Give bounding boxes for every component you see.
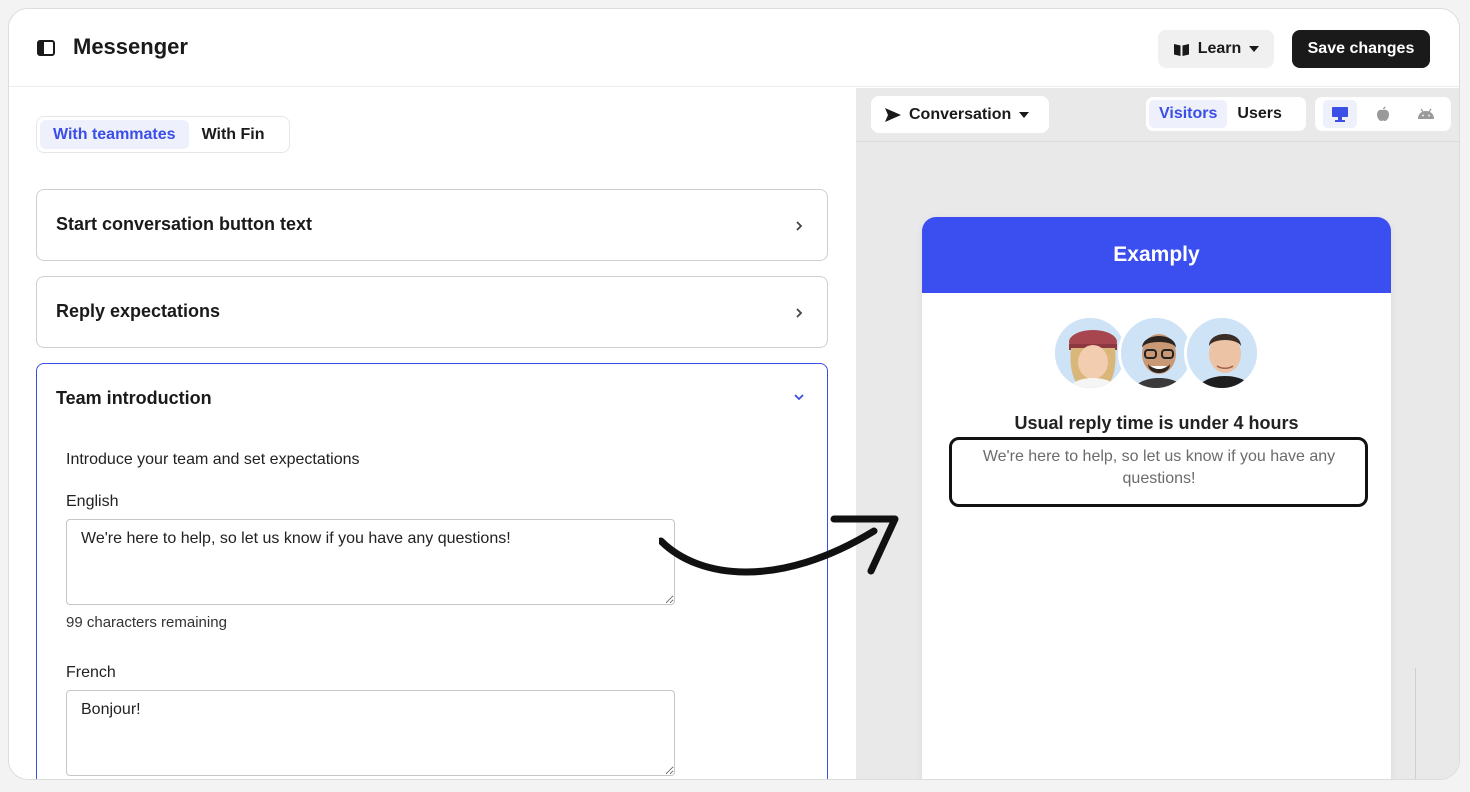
desktop-icon	[1331, 107, 1348, 122]
highlight-annotation-box	[949, 437, 1368, 507]
avatar-man-icon	[1187, 318, 1257, 388]
messenger-header: Examply	[922, 217, 1391, 293]
learn-label: Learn	[1197, 40, 1242, 57]
chevron-right-icon	[796, 308, 803, 318]
caret-down-icon	[1249, 46, 1260, 52]
save-changes-button[interactable]: Save changes	[1292, 30, 1430, 68]
chevron-down-icon[interactable]	[793, 391, 805, 403]
annotation-arrow-icon	[659, 515, 899, 576]
page-title: Messenger	[73, 34, 188, 59]
french-label: French	[66, 664, 116, 681]
settings-panel: With teammates With Fin Start conversati…	[9, 88, 856, 779]
audience-tabs: Visitors Users	[1146, 97, 1306, 131]
book-icon	[1173, 43, 1189, 56]
apple-icon	[1376, 106, 1389, 121]
avatar	[1184, 315, 1260, 391]
sidebar-toggle-icon[interactable]	[37, 40, 55, 56]
learn-button[interactable]: Learn	[1158, 30, 1274, 68]
section-reply-expectations[interactable]: Reply expectations	[36, 276, 828, 348]
chevron-right-icon	[796, 221, 803, 231]
device-desktop[interactable]	[1322, 100, 1357, 128]
english-label: English	[66, 493, 119, 510]
send-icon	[885, 107, 901, 122]
section-title: Start conversation button text	[56, 214, 313, 234]
preview-type-dropdown[interactable]: Conversation	[871, 96, 1049, 133]
french-intro-input[interactable]	[66, 690, 675, 776]
device-tabs	[1315, 97, 1451, 131]
avatar	[1118, 315, 1194, 391]
tab-visitors[interactable]: Visitors	[1149, 100, 1228, 128]
section-description: Introduce your team and set expectations	[66, 451, 360, 468]
mode-tabs: With teammates With Fin	[36, 116, 290, 153]
device-ios[interactable]	[1366, 100, 1400, 128]
team-avatars	[1052, 315, 1262, 391]
english-intro-input[interactable]	[66, 519, 675, 605]
section-title: Reply expectations	[56, 301, 221, 321]
messenger-preview: Examply Usual reply time is under 4 hour…	[922, 217, 1391, 779]
app-window: Messenger Learn Save changes With teamma…	[8, 8, 1460, 780]
top-bar: Messenger Learn Save changes	[9, 9, 1459, 87]
character-count: 99 characters remaining	[66, 614, 227, 631]
scrollbar-track[interactable]	[1415, 668, 1416, 779]
section-start-conversation[interactable]: Start conversation button text	[36, 189, 828, 261]
section-title[interactable]: Team introduction	[56, 388, 212, 409]
caret-down-icon	[1019, 111, 1030, 118]
preview-toolbar: Conversation Visitors Users	[856, 88, 1459, 142]
device-android[interactable]	[1409, 100, 1443, 128]
tab-users[interactable]: Users	[1227, 100, 1291, 128]
tab-with-fin[interactable]: With Fin	[189, 120, 278, 149]
android-icon	[1418, 108, 1435, 119]
tab-with-teammates[interactable]: With teammates	[40, 120, 189, 149]
preview-type-label: Conversation	[909, 105, 1012, 123]
preview-panel: Conversation Visitors Users Examply Usua…	[856, 88, 1459, 779]
avatar	[1052, 315, 1128, 391]
reply-time-text: Usual reply time is under 4 hours	[1014, 413, 1299, 433]
